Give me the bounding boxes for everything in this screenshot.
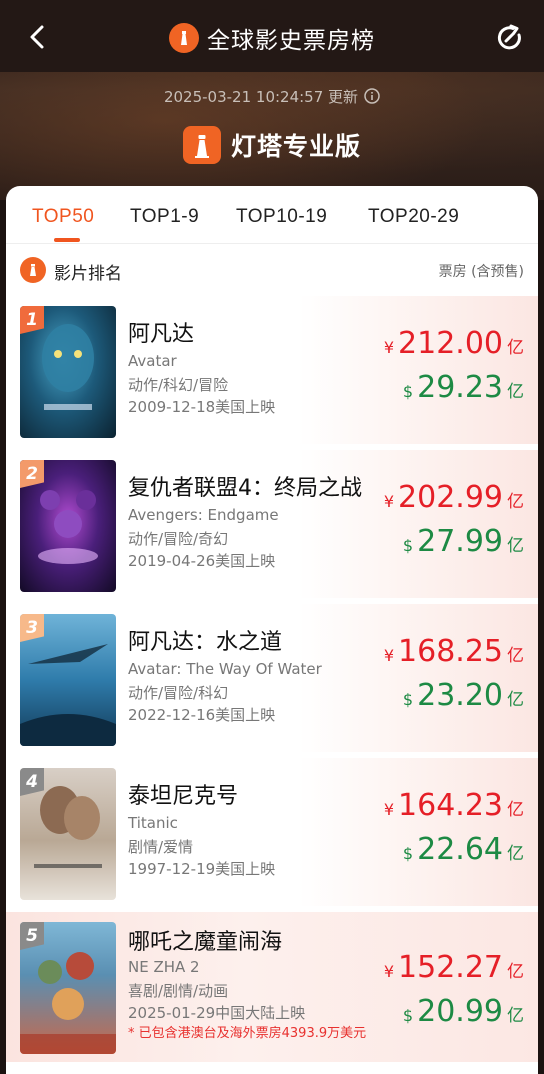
cny-symbol: ¥ bbox=[383, 962, 395, 981]
movie-title: 阿凡达：水之道 bbox=[128, 630, 283, 655]
box-office-cny: ¥ 168.25 亿 bbox=[384, 634, 524, 669]
lighthouse-logo-icon bbox=[169, 23, 199, 53]
box-office-usd: $ 27.99 亿 bbox=[403, 524, 524, 559]
movie-release-date: 1997-12-19美国上映 bbox=[128, 860, 276, 878]
box-office-cny: ¥ 164.23 亿 bbox=[384, 788, 524, 823]
movie-english-title: Avatar: The Way Of Water bbox=[128, 660, 322, 678]
box-office-cny: ¥ 212.00 亿 bbox=[384, 326, 524, 361]
box-office-usd: $ 29.23 亿 bbox=[403, 370, 524, 405]
top-bar: 全球影史票房榜 bbox=[0, 0, 544, 72]
box-office-cny: ¥ 202.99 亿 bbox=[384, 480, 524, 515]
cny-unit: 亿 bbox=[507, 646, 524, 666]
cny-symbol: ¥ bbox=[383, 800, 395, 819]
usd-value: 29.23 bbox=[417, 370, 503, 405]
brand-logo-icon bbox=[182, 126, 221, 164]
tab-top50[interactable]: TOP50 bbox=[32, 206, 94, 228]
box-office-column-label: 票房 (含预售) bbox=[438, 264, 524, 280]
cny-unit: 亿 bbox=[507, 800, 524, 820]
usd-unit: 亿 bbox=[507, 536, 524, 556]
usd-symbol: $ bbox=[402, 844, 414, 863]
box-office-note: * 已包含港澳台及海外票房4393.9万美元 bbox=[128, 1026, 367, 1041]
movie-release-date: 2019-04-26美国上映 bbox=[128, 552, 276, 570]
cny-symbol: ¥ bbox=[383, 492, 395, 511]
cny-unit: 亿 bbox=[507, 962, 524, 982]
title-group: 全球影史票房榜 bbox=[0, 20, 544, 56]
movie-row[interactable]: 4 泰坦尼克号 Titanic 剧情/爱情 1997-12-19美国上映 ¥ 1… bbox=[6, 758, 538, 906]
movie-release-date: 2025-01-29中国大陆上映 bbox=[128, 1004, 306, 1022]
page-title: 全球影史票房榜 bbox=[207, 28, 375, 54]
cny-value: 202.99 bbox=[398, 480, 503, 515]
movie-english-title: NE ZHA 2 bbox=[128, 958, 200, 976]
movie-title: 阿凡达 bbox=[128, 322, 195, 347]
movie-english-title: Titanic bbox=[128, 814, 178, 832]
lighthouse-icon bbox=[20, 257, 46, 283]
cny-symbol: ¥ bbox=[383, 338, 395, 357]
movie-release-date: 2009-12-18美国上映 bbox=[128, 398, 276, 416]
box-office-cny: ¥ 152.27 亿 bbox=[384, 950, 524, 985]
usd-symbol: $ bbox=[402, 690, 414, 709]
refresh-button[interactable] bbox=[494, 22, 526, 54]
movie-poster: 4 bbox=[20, 768, 116, 900]
movie-title: 复仇者联盟4：终局之战 bbox=[128, 476, 362, 501]
movie-genre: 剧情/爱情 bbox=[128, 838, 194, 856]
cny-value: 152.27 bbox=[398, 950, 503, 985]
usd-unit: 亿 bbox=[507, 844, 524, 864]
box-office-usd: $ 20.99 亿 bbox=[403, 994, 524, 1029]
brand-name: 灯塔专业版 bbox=[230, 132, 361, 161]
info-icon[interactable] bbox=[364, 88, 380, 104]
movie-poster: 1 bbox=[20, 306, 116, 438]
usd-value: 27.99 bbox=[417, 524, 503, 559]
list-title: 影片排名 bbox=[54, 264, 122, 284]
cny-unit: 亿 bbox=[507, 338, 524, 358]
tab-top10-19[interactable]: TOP10-19 bbox=[236, 206, 327, 228]
movie-row[interactable]: 1 阿凡达 Avatar 动作/科幻/冒险 2009-12-18美国上映 ¥ 2… bbox=[6, 296, 538, 444]
cny-unit: 亿 bbox=[507, 492, 524, 512]
usd-unit: 亿 bbox=[507, 382, 524, 402]
movie-english-title: Avengers: Endgame bbox=[128, 506, 279, 524]
box-office-usd: $ 23.20 亿 bbox=[403, 678, 524, 713]
update-time-line: 2025-03-21 10:24:57 更新 bbox=[0, 84, 544, 108]
cny-symbol: ¥ bbox=[383, 646, 395, 665]
movie-title: 泰坦尼克号 bbox=[128, 784, 239, 809]
movie-genre: 动作/科幻/冒险 bbox=[128, 376, 229, 394]
movie-poster: 2 bbox=[20, 460, 116, 592]
usd-unit: 亿 bbox=[507, 690, 524, 710]
movie-title: 哪吒之魔童闹海 bbox=[128, 930, 283, 955]
tab-bar: TOP50 TOP1-9 TOP10-19 TOP20-29 bbox=[6, 186, 538, 244]
cny-value: 168.25 bbox=[398, 634, 503, 669]
movie-poster: 3 bbox=[20, 614, 116, 746]
movie-row[interactable]: 5 哪吒之魔童闹海 NE ZHA 2 喜剧/剧情/动画 2025-01-29中国… bbox=[6, 912, 538, 1062]
box-office-usd: $ 22.64 亿 bbox=[403, 832, 524, 867]
movie-english-title: Avatar bbox=[128, 352, 177, 370]
update-time: 2025-03-21 10:24:57 更新 bbox=[163, 87, 359, 106]
movie-row[interactable]: 3 阿凡达：水之道 Avatar: The Way Of Water 动作/冒险… bbox=[6, 604, 538, 752]
ranking-panel: TOP50 TOP1-9 TOP10-19 TOP20-29 影片排名 票房 (… bbox=[6, 186, 538, 1074]
usd-value: 22.64 bbox=[417, 832, 503, 867]
usd-value: 20.99 bbox=[417, 994, 503, 1029]
cny-value: 164.23 bbox=[398, 788, 503, 823]
tab-top1-9[interactable]: TOP1-9 bbox=[130, 206, 199, 228]
list-header: 影片排名 票房 (含预售) bbox=[6, 254, 538, 286]
tab-top20-29[interactable]: TOP20-29 bbox=[368, 206, 459, 228]
cny-value: 212.00 bbox=[398, 326, 503, 361]
brand-banner: 灯塔专业版 bbox=[0, 124, 544, 166]
movie-release-date: 2022-12-16美国上映 bbox=[128, 706, 276, 724]
usd-value: 23.20 bbox=[417, 678, 503, 713]
movie-genre: 喜剧/剧情/动画 bbox=[128, 982, 229, 1000]
movie-genre: 动作/冒险/科幻 bbox=[128, 684, 229, 702]
usd-symbol: $ bbox=[402, 536, 414, 555]
movie-row[interactable]: 2 复仇者联盟4：终局之战 Avengers: Endgame 动作/冒险/奇幻… bbox=[6, 450, 538, 598]
active-tab-indicator bbox=[54, 238, 80, 242]
usd-symbol: $ bbox=[402, 382, 414, 401]
movie-genre: 动作/冒险/奇幻 bbox=[128, 530, 229, 548]
movie-poster: 5 bbox=[20, 922, 116, 1054]
refresh-icon bbox=[497, 24, 521, 50]
usd-symbol: $ bbox=[402, 1006, 414, 1025]
usd-unit: 亿 bbox=[507, 1006, 524, 1026]
